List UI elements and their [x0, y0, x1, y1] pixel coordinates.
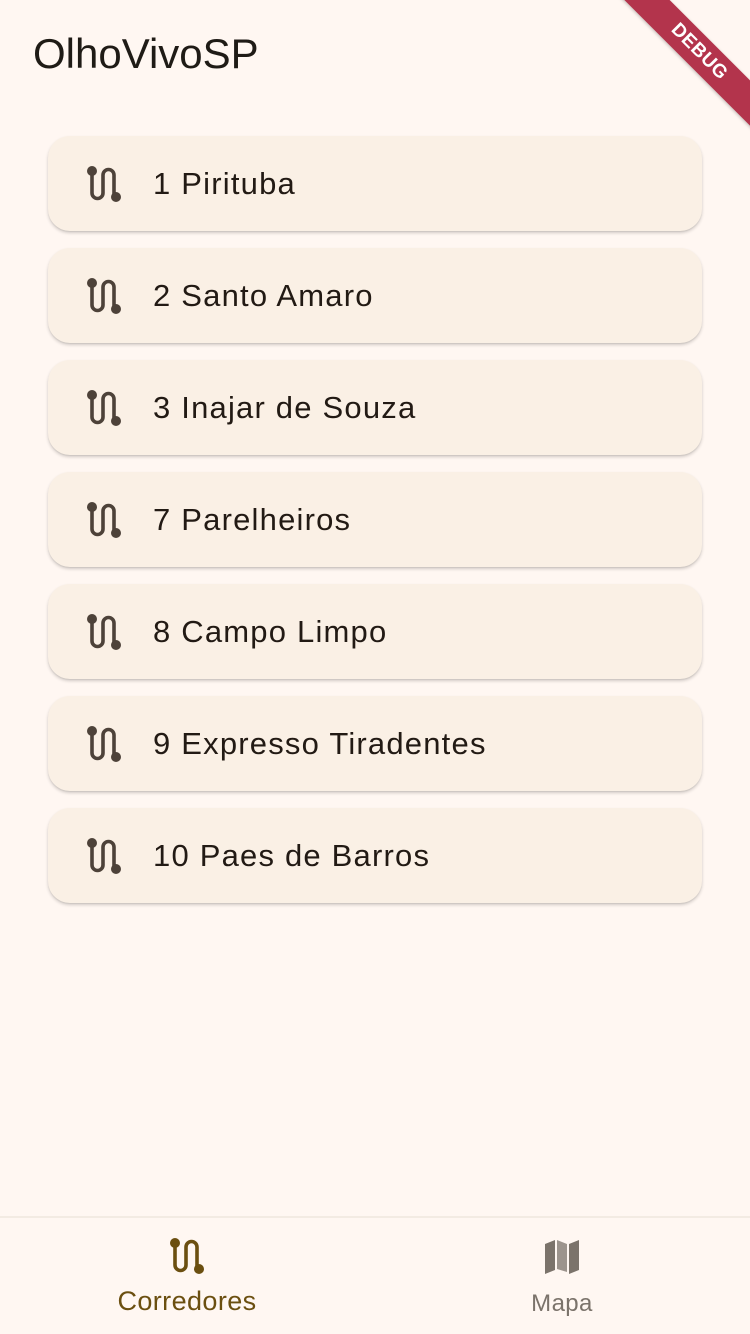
corridor-card-campo-limpo[interactable]: 8 Campo Limpo	[48, 584, 702, 679]
corridor-card-santo-amaro[interactable]: 2 Santo Amaro	[48, 248, 702, 343]
corridor-label: 9 Expresso Tiradentes	[153, 726, 487, 761]
app-screen: OlhoVivoSP DEBUG 1 Pirituba 2 Santo Amar…	[0, 0, 750, 1334]
bottom-navigation-bar: Corredores Mapa	[0, 1216, 750, 1334]
route-icon	[87, 390, 121, 426]
corridor-card-paes-de-barros[interactable]: 10 Paes de Barros	[48, 808, 702, 903]
nav-item-mapa[interactable]: Mapa	[412, 1218, 712, 1334]
route-icon	[87, 278, 121, 314]
route-icon	[87, 614, 121, 650]
app-title: OlhoVivoSP	[33, 30, 259, 77]
route-icon	[87, 726, 121, 762]
corridor-card-expresso-tiradentes[interactable]: 9 Expresso Tiradentes	[48, 696, 702, 791]
corridor-label: 1 Pirituba	[153, 166, 296, 201]
route-icon	[87, 166, 121, 202]
route-icon	[170, 1238, 204, 1274]
nav-label-corredores: Corredores	[117, 1286, 257, 1316]
route-icon	[87, 502, 121, 538]
nav-item-corredores[interactable]: Corredores	[37, 1218, 337, 1334]
corridor-label: 2 Santo Amaro	[153, 278, 374, 313]
app-bar: OlhoVivoSP	[0, 0, 750, 112]
map-icon	[545, 1240, 579, 1274]
corridor-label: 7 Parelheiros	[153, 502, 352, 537]
corridor-card-pirituba[interactable]: 1 Pirituba	[48, 136, 702, 231]
corridor-label: 8 Campo Limpo	[153, 614, 388, 649]
route-icon	[87, 838, 121, 874]
nav-label-mapa: Mapa	[531, 1290, 593, 1317]
corridor-list: 1 Pirituba 2 Santo Amaro 3 Inajar de Sou…	[48, 136, 702, 920]
corridor-label: 3 Inajar de Souza	[153, 390, 417, 425]
corridor-card-inajar-de-souza[interactable]: 3 Inajar de Souza	[48, 360, 702, 455]
corridor-card-parelheiros[interactable]: 7 Parelheiros	[48, 472, 702, 567]
corridor-label: 10 Paes de Barros	[153, 838, 431, 873]
